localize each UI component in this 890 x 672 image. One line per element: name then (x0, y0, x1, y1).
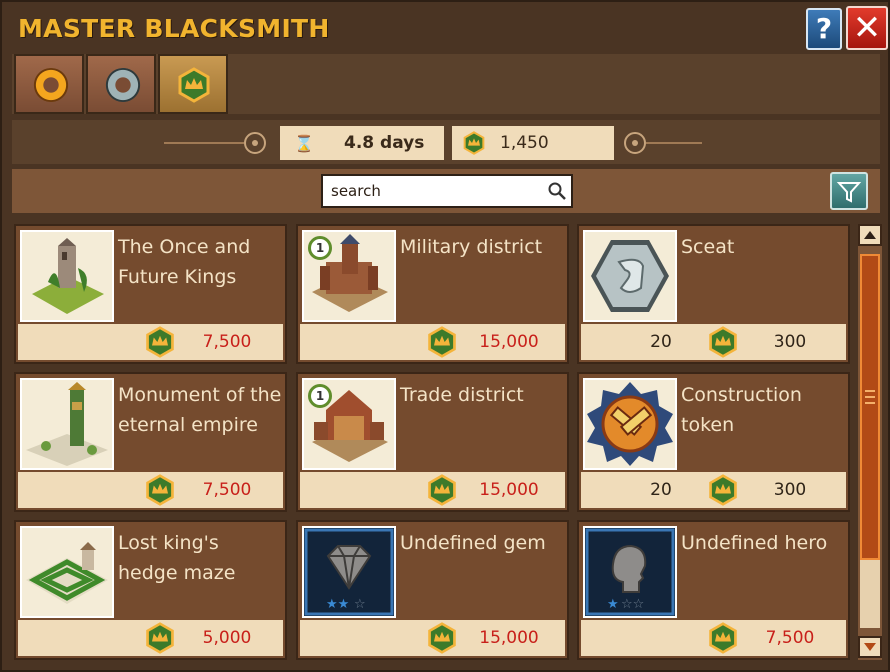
item-name: Lost king's hedge maze (118, 532, 236, 584)
currency-slider-track (646, 142, 702, 144)
scroll-up-button[interactable] (858, 224, 882, 246)
crown-token-icon (428, 622, 456, 654)
title-bar: MASTER BLACKSMITH ? ✕ (2, 2, 888, 54)
price-bar: 15,000 (300, 324, 565, 360)
item-image-gem: ★★ ☆ (302, 526, 396, 618)
window-title: MASTER BLACKSMITH (18, 14, 330, 43)
item-name: Undefined hero (681, 532, 828, 554)
item-card[interactable]: The Once and Future Kings 7,500 (14, 224, 287, 364)
price-bar: 20 300 (581, 472, 846, 508)
price-bar: 7,500 (18, 472, 283, 508)
item-price: 15,000 (479, 480, 539, 500)
search-box (321, 174, 573, 208)
silver-horseshoe-icon (105, 68, 141, 102)
duration-slider-track (164, 142, 244, 144)
scroll-down-button[interactable] (858, 636, 882, 658)
filter-button[interactable] (830, 172, 868, 210)
filter-bar: ⌛ 4.8 days 1,450 (12, 120, 880, 164)
price-bar: 5,000 (18, 620, 283, 656)
item-price: 15,000 (479, 332, 539, 352)
category-tabs (12, 54, 880, 114)
crown-token-icon (428, 326, 456, 358)
item-name: The Once and Future Kings (118, 236, 251, 288)
duration-value: 4.8 days (344, 133, 425, 153)
price-bar: 7,500 (18, 324, 283, 360)
duration-display: ⌛ 4.8 days (280, 126, 444, 160)
duration-slider-knob[interactable] (244, 132, 266, 154)
crown-token-icon (709, 326, 737, 358)
level-badge: 1 (308, 236, 332, 260)
item-price: 5,000 (202, 628, 252, 648)
tab-crown-token[interactable] (158, 54, 228, 114)
item-card[interactable]: ★★ ☆ Undefined gem 15,000 (296, 520, 569, 660)
item-image-monument (20, 378, 114, 470)
item-card[interactable]: 1 Military district 15,000 (296, 224, 569, 364)
tab-gold-horseshoe[interactable] (14, 54, 84, 114)
svg-text:☆☆: ☆☆ (621, 597, 644, 612)
currency-slider-knob[interactable] (624, 132, 646, 154)
tab-silver-horseshoe[interactable] (86, 54, 156, 114)
item-name: Monument of the eternal empire (118, 384, 282, 436)
currency-value: 1,450 (500, 133, 549, 153)
scroll-thumb[interactable] (860, 254, 880, 560)
item-price: 300 (773, 480, 807, 500)
grip-icon (865, 390, 875, 404)
item-name: Trade district (400, 384, 524, 406)
svg-text:★★: ★★ (326, 597, 349, 612)
item-name: Construction token (681, 384, 802, 436)
level-badge: 1 (308, 384, 332, 408)
scrollbar[interactable] (858, 224, 882, 660)
item-card[interactable]: Monument of the eternal empire 7,500 (14, 372, 287, 512)
gold-horseshoe-icon (33, 68, 69, 102)
item-image-silver-coin (583, 230, 677, 322)
search-icon[interactable] (547, 181, 567, 201)
crown-token-icon (709, 622, 737, 654)
crown-token-icon (146, 622, 174, 654)
item-quantity: 20 (650, 480, 672, 500)
item-price: 15,000 (479, 628, 539, 648)
item-grid: The Once and Future Kings 7,500 1 Milita… (12, 220, 856, 666)
item-price: 7,500 (202, 480, 252, 500)
item-card[interactable]: Construction token 20 300 (577, 372, 850, 512)
price-bar: 7,500 (581, 620, 846, 656)
item-image-castle-district: 1 (302, 230, 396, 322)
price-bar: 15,000 (300, 472, 565, 508)
item-card[interactable]: 1 Trade district 15,000 (296, 372, 569, 512)
price-bar: 15,000 (300, 620, 565, 656)
item-name: Undefined gem (400, 532, 546, 554)
arrow-down-icon (864, 643, 876, 651)
item-name: Military district (400, 236, 543, 258)
funnel-icon (836, 182, 862, 203)
svg-text:★: ★ (607, 597, 619, 612)
item-price: 300 (773, 332, 807, 352)
item-card[interactable]: Sceat 20 300 (577, 224, 850, 364)
item-quantity: 20 (650, 332, 672, 352)
currency-display: 1,450 (452, 126, 614, 160)
item-image-tower-ruin (20, 230, 114, 322)
arrow-up-icon (864, 231, 876, 239)
crown-token-icon (146, 474, 174, 506)
blacksmith-window: MASTER BLACKSMITH ? ✕ ⌛ 4.8 days 1,450 s… (0, 0, 890, 672)
item-image-hedge-maze (20, 526, 114, 618)
item-image-construction-token (583, 378, 677, 470)
item-card[interactable]: ★ ☆☆ Undefined hero 7,500 (577, 520, 850, 660)
item-card[interactable]: Lost king's hedge maze 5,000 (14, 520, 287, 660)
item-image-hero: ★ ☆☆ (583, 526, 677, 618)
crown-token-icon (146, 326, 174, 358)
item-price: 7,500 (202, 332, 252, 352)
item-price: 7,500 (765, 628, 815, 648)
search-bar (12, 169, 880, 213)
crown-token-icon (709, 474, 737, 506)
close-button[interactable]: ✕ (846, 6, 888, 50)
crown-token-icon (428, 474, 456, 506)
price-bar: 20 300 (581, 324, 846, 360)
crown-token-icon (463, 131, 485, 155)
item-name: Sceat (681, 236, 735, 258)
help-button[interactable]: ? (806, 8, 842, 50)
svg-text:☆: ☆ (354, 597, 366, 612)
hourglass-icon: ⌛ (294, 134, 314, 153)
search-input[interactable] (323, 176, 543, 206)
item-image-trade-district: 1 (302, 378, 396, 470)
crown-token-icon (178, 67, 210, 103)
